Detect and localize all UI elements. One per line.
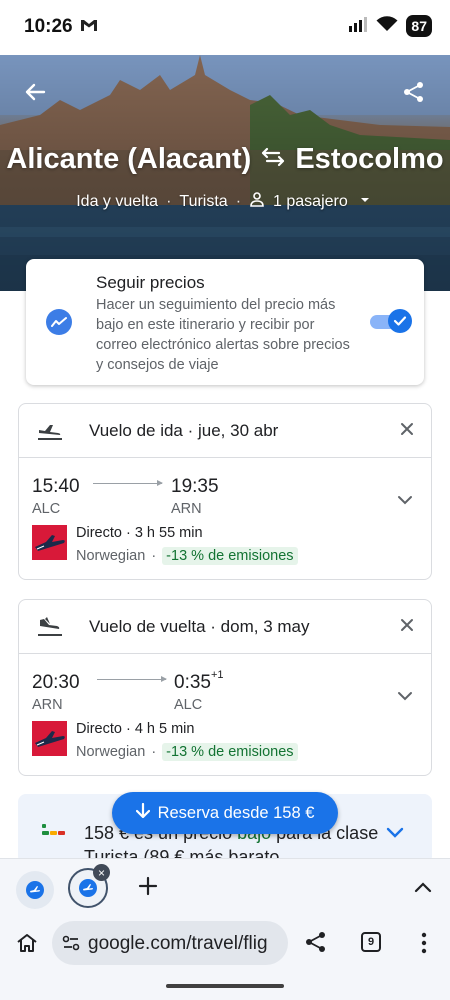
- outbound-flight-header: Vuelo de ida · jue, 30 abr: [19, 404, 431, 458]
- gmail-icon: [80, 18, 98, 37]
- tab-flights-1[interactable]: [16, 871, 54, 909]
- passengers-label[interactable]: 1 pasajero: [273, 193, 348, 211]
- route-title: Alicante (Alacant) Estocolmo: [0, 143, 450, 176]
- expand-chevron-icon[interactable]: [397, 492, 413, 510]
- flight-details: Directo · 4 h 5 min: [76, 721, 195, 737]
- emissions-badge: -13 % de emisiones: [162, 743, 298, 761]
- track-prices-card: Seguir precios Hacer un seguimiento del …: [26, 259, 424, 385]
- status-time: 10:26: [24, 16, 73, 37]
- return-flight-title: Vuelo de vuelta · dom, 3 may: [89, 617, 310, 636]
- dropdown-arrow-icon[interactable]: [356, 193, 374, 211]
- close-icon[interactable]: [399, 617, 415, 638]
- destination-city: Estocolmo: [295, 143, 444, 175]
- status-bar: 10:26 87: [0, 0, 450, 55]
- signal-icon: [348, 16, 368, 37]
- flights-favicon-icon: [26, 881, 44, 899]
- reserve-button-label: Reserva desde 158 €: [157, 803, 315, 822]
- trend-icon: [46, 309, 72, 335]
- site-settings-icon[interactable]: [62, 935, 80, 956]
- share-icon: [404, 82, 423, 102]
- more-options-icon[interactable]: [421, 932, 427, 959]
- track-prices-title: Seguir precios: [96, 273, 205, 292]
- track-prices-description: Hacer un seguimiento del precio más bajo…: [96, 297, 350, 373]
- norwegian-airline-logo: [32, 525, 67, 560]
- home-icon[interactable]: [16, 933, 38, 958]
- flight-details: Directo · 3 h 55 min: [76, 525, 203, 541]
- browser-tab-strip: ×: [0, 858, 450, 914]
- close-tab-icon[interactable]: ×: [93, 864, 110, 881]
- arrival-airport-code: ALC: [174, 697, 203, 713]
- wifi-icon: [376, 15, 398, 37]
- share-icon[interactable]: [305, 931, 327, 958]
- destination-hero-image: Alicante (Alacant) Estocolmo Ida y vuelt…: [0, 55, 450, 291]
- arrival-plane-icon: [37, 615, 63, 642]
- browser-toolbar: google.com/travel/flig 9: [0, 914, 450, 974]
- reserve-button[interactable]: Reserva desde 158 €: [112, 792, 338, 834]
- gesture-handle[interactable]: [166, 984, 284, 988]
- trip-options[interactable]: Ida y vuelta · Turista · 1 pasajero: [0, 191, 450, 212]
- departure-airport-code: ALC: [32, 501, 61, 517]
- address-bar[interactable]: google.com/travel/flig: [52, 921, 288, 965]
- emissions-badge: -13 % de emisiones: [162, 547, 298, 565]
- origin-city: Alicante (Alacant): [6, 143, 252, 175]
- departure-plane-icon: [37, 419, 63, 446]
- share-button[interactable]: [398, 76, 430, 108]
- arrow-down-icon: [135, 802, 150, 824]
- departure-time: 15:40: [32, 476, 80, 497]
- trip-type-label[interactable]: Ida y vuelta: [76, 193, 158, 211]
- close-icon[interactable]: [399, 421, 415, 442]
- check-icon: [388, 309, 412, 333]
- cabin-class-label[interactable]: Turista: [179, 193, 227, 211]
- battery-indicator: 87: [406, 15, 432, 37]
- return-flight-card[interactable]: Vuelo de vuelta · dom, 3 may 20:30 0:35+…: [18, 599, 432, 776]
- arrow-back-icon: [25, 83, 46, 101]
- norwegian-airline-logo: [32, 721, 67, 756]
- expand-chevron-icon[interactable]: [397, 688, 413, 706]
- arrival-time: 19:35: [171, 476, 219, 497]
- return-flight-header: Vuelo de vuelta · dom, 3 may: [19, 600, 431, 654]
- chevron-down-icon[interactable]: [386, 825, 404, 843]
- departure-airport-code: ARN: [32, 697, 63, 713]
- track-prices-toggle[interactable]: [370, 309, 412, 333]
- person-icon: [249, 191, 265, 212]
- flights-favicon-icon: [79, 879, 97, 897]
- departure-time: 20:30: [32, 672, 80, 693]
- arrival-airport-code: ARN: [171, 501, 202, 517]
- route-arrow: [97, 676, 167, 682]
- new-tab-plus-icon[interactable]: [138, 876, 158, 901]
- swap-arrows-icon[interactable]: [261, 143, 285, 176]
- outbound-flight-card[interactable]: Vuelo de ida · jue, 30 abr 15:40 19:35 A…: [18, 403, 432, 580]
- airline-name: Norwegian: [76, 744, 146, 760]
- tab-switcher-button[interactable]: 9: [361, 932, 381, 952]
- airline-name: Norwegian: [76, 548, 146, 564]
- url-text: google.com/travel/flig: [88, 933, 268, 954]
- price-level-icon: [42, 824, 68, 843]
- collapse-chevron-up-icon[interactable]: [414, 880, 432, 898]
- back-button[interactable]: [19, 76, 51, 108]
- system-navigation-bar: [0, 974, 450, 1000]
- outbound-flight-title: Vuelo de ida · jue, 30 abr: [89, 421, 279, 440]
- next-day-indicator: +1: [210, 669, 224, 681]
- arrival-time: 0:35+1: [174, 669, 224, 693]
- route-arrow: [93, 480, 163, 486]
